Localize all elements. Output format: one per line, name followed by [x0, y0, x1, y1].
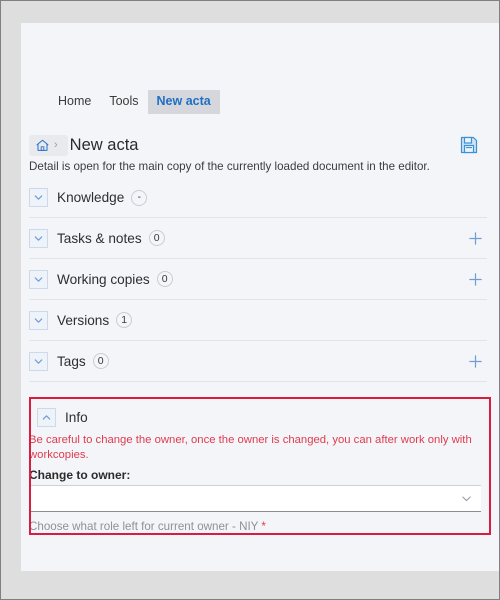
section-row-knowledge[interactable]: Knowledge -: [29, 177, 487, 218]
add-item-button[interactable]: [463, 349, 487, 373]
chevron-down-icon[interactable]: [29, 351, 48, 371]
section-count-badge: 0: [148, 230, 165, 246]
plus-icon: [467, 230, 484, 247]
chevron-down-icon[interactable]: [29, 310, 48, 330]
tab-new-acta[interactable]: New acta: [147, 90, 220, 114]
breadcrumb: › New acta: [21, 129, 499, 161]
save-icon[interactable]: [459, 135, 479, 155]
info-section-highlight: Info Be careful to change the owner, onc…: [29, 397, 491, 535]
section-row-versions[interactable]: Versions 1: [29, 300, 487, 341]
chevron-down-icon[interactable]: [29, 228, 48, 248]
breadcrumb-separator: ›: [54, 139, 58, 151]
section-label: Versions: [57, 312, 110, 328]
section-count-badge: 0: [92, 353, 109, 369]
page-title: New acta: [69, 135, 139, 154]
section-label: Info: [65, 409, 88, 425]
section-row-info[interactable]: Info: [31, 402, 489, 432]
section-list: Knowledge - Tasks & notes 0 Working copi…: [21, 177, 499, 382]
change-owner-label: Change to owner:: [29, 467, 131, 482]
role-helper-label: Choose what role left for current owner …: [29, 519, 259, 533]
required-marker: *: [261, 519, 266, 533]
chevron-down-icon[interactable]: [29, 188, 48, 207]
section-label: Working copies: [57, 271, 150, 287]
add-item-button[interactable]: [463, 226, 487, 250]
chevron-up-icon[interactable]: [37, 407, 56, 427]
tab-strip: Home Tools New acta: [21, 89, 499, 115]
change-owner-select[interactable]: [31, 484, 481, 512]
add-item-button[interactable]: [463, 267, 487, 291]
breadcrumb-home-button[interactable]: ›: [29, 134, 68, 156]
tab-home[interactable]: Home: [49, 90, 100, 114]
section-count-badge: 1: [116, 312, 133, 328]
section-label: Tasks & notes: [57, 230, 142, 246]
role-helper-text: Choose what role left for current owner …: [29, 519, 489, 533]
window-frame: Home Tools New acta › New acta Detail is…: [0, 0, 500, 600]
chevron-down-icon[interactable]: [29, 269, 48, 289]
plus-icon: [467, 353, 484, 370]
owner-change-warning: Be careful to change the owner, once the…: [29, 434, 472, 462]
section-count-badge: 0: [156, 271, 173, 287]
section-row-working-copies[interactable]: Working copies 0: [29, 259, 487, 300]
section-row-tags[interactable]: Tags 0: [29, 341, 487, 382]
section-label: Tags: [57, 353, 86, 369]
tab-tools[interactable]: Tools: [100, 90, 147, 114]
chevron-down-icon: [460, 492, 473, 505]
section-count-badge: -: [131, 189, 148, 206]
plus-icon: [467, 271, 484, 288]
section-label: Knowledge: [57, 190, 125, 205]
section-row-tasks-notes[interactable]: Tasks & notes 0: [29, 218, 487, 259]
home-icon: [35, 138, 50, 153]
detail-description: Detail is open for the main copy of the …: [29, 160, 430, 173]
content-pane: Home Tools New acta › New acta Detail is…: [21, 23, 499, 571]
